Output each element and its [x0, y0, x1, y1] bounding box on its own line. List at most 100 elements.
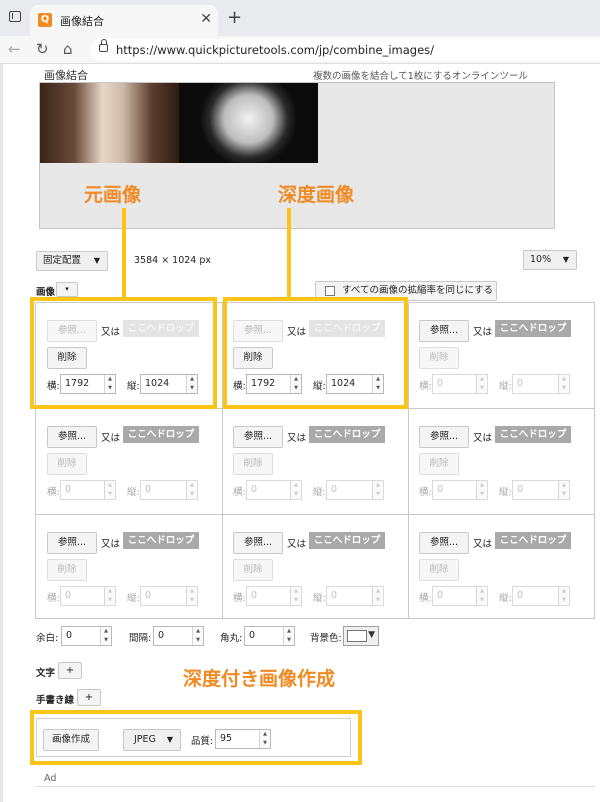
stepper-icon[interactable]: ▲ ▼: [372, 481, 383, 499]
stepper-icon[interactable]: ▲ ▼: [476, 375, 487, 393]
margin-input[interactable]: 0 ▲ ▼: [61, 626, 112, 646]
images-label: 画像: [36, 287, 56, 298]
height-input[interactable]: 0 ▲ ▼: [326, 480, 384, 500]
height-input[interactable]: 0 ▲ ▼: [140, 480, 198, 500]
delete-button[interactable]: 削除: [419, 559, 459, 581]
height-label: 縦:: [127, 593, 140, 604]
depth-image-highlight: [223, 297, 408, 409]
width-label: 横:: [419, 381, 432, 392]
height-value: 0: [145, 484, 152, 495]
browse-button[interactable]: 参照...: [233, 426, 283, 448]
handwriting-label: 手書き線: [36, 695, 75, 706]
corner-value: 0: [249, 630, 256, 641]
background-color-label: 背景色:: [310, 633, 342, 644]
stepper-icon[interactable]: ▲ ▼: [290, 481, 301, 499]
background-color-picker[interactable]: ▼: [343, 626, 379, 646]
browse-button[interactable]: 参照...: [47, 532, 97, 554]
annotation-create-with-depth: 深度付き画像作成: [183, 668, 336, 690]
images-menu-button[interactable]: ▾: [56, 282, 78, 297]
width-input[interactable]: 0 ▲ ▼: [246, 586, 302, 606]
stepper-icon[interactable]: ▲ ▼: [372, 587, 383, 605]
delete-button[interactable]: 削除: [47, 559, 87, 581]
annotation-source-image: 元画像: [84, 184, 142, 206]
window-menu-icon[interactable]: [9, 11, 21, 22]
width-label: 横:: [233, 593, 246, 604]
browse-button[interactable]: 参照...: [233, 532, 283, 554]
stepper-icon[interactable]: ▲ ▼: [100, 627, 111, 645]
address-bar: ← ↻ ⌂ https://www.quickpicturetools.com/…: [0, 36, 600, 64]
url-text: https://www.quickpicturetools.com/jp/com…: [116, 43, 435, 57]
stepper-icon[interactable]: ▲ ▼: [186, 481, 197, 499]
browser-tab[interactable]: Q 画像結合 ✕: [30, 5, 218, 36]
browse-button[interactable]: 参照...: [419, 320, 469, 342]
width-label: 横:: [47, 593, 60, 604]
stepper-icon[interactable]: ▲ ▼: [558, 375, 569, 393]
stepper-icon[interactable]: ▲ ▼: [290, 587, 301, 605]
height-input[interactable]: 0 ▲ ▼: [326, 586, 384, 606]
stepper-icon[interactable]: ▲ ▼: [104, 481, 115, 499]
corner-input[interactable]: 0 ▲ ▼: [244, 626, 295, 646]
drop-zone[interactable]: ここへドロップ: [309, 426, 385, 443]
url-field[interactable]: https://www.quickpicturetools.com/jp/com…: [90, 39, 600, 61]
layout-dropdown[interactable]: 固定配置 ▼: [36, 251, 108, 271]
drop-zone[interactable]: ここへドロップ: [495, 532, 571, 549]
stepper-icon[interactable]: ▲ ▼: [476, 587, 487, 605]
lock-icon[interactable]: [99, 39, 108, 52]
stepper-icon[interactable]: ▲ ▼: [558, 587, 569, 605]
height-input[interactable]: 0 ▲ ▼: [512, 586, 570, 606]
stepper-icon[interactable]: ▲ ▼: [476, 481, 487, 499]
add-handwriting-button[interactable]: +: [77, 689, 101, 706]
drop-zone[interactable]: ここへドロップ: [495, 426, 571, 443]
or-label: 又は: [287, 433, 307, 444]
height-input[interactable]: 0 ▲ ▼: [512, 480, 570, 500]
drop-zone[interactable]: ここへドロップ: [495, 320, 571, 337]
stepper-icon[interactable]: ▲ ▼: [104, 587, 115, 605]
tab-title: 画像結合: [60, 15, 104, 28]
height-value: 0: [331, 590, 338, 601]
stepper-icon[interactable]: ▲ ▼: [283, 627, 294, 645]
delete-button[interactable]: 削除: [47, 453, 87, 475]
stepper-icon[interactable]: ▲ ▼: [192, 627, 203, 645]
width-input[interactable]: 0 ▲ ▼: [60, 586, 116, 606]
delete-button[interactable]: 削除: [419, 347, 459, 369]
or-label: 又は: [287, 539, 307, 550]
width-input[interactable]: 0 ▲ ▼: [60, 480, 116, 500]
delete-button[interactable]: 削除: [419, 453, 459, 475]
new-tab-icon[interactable]: +: [227, 7, 242, 28]
tab-bar: Q 画像結合 ✕ +: [0, 0, 600, 36]
zoom-dropdown-value: 10%: [530, 254, 552, 265]
corner-label: 角丸:: [220, 633, 243, 644]
browse-button[interactable]: 参照...: [419, 426, 469, 448]
width-value: 0: [437, 484, 444, 495]
text-label: 文字: [36, 668, 56, 679]
stepper-icon[interactable]: ▲ ▼: [186, 587, 197, 605]
spacing-input[interactable]: 0 ▲ ▼: [153, 626, 204, 646]
width-input[interactable]: 0 ▲ ▼: [432, 480, 488, 500]
reload-icon[interactable]: ↻: [36, 40, 49, 58]
create-highlight: [30, 710, 362, 765]
caret-down-icon: ▼: [368, 630, 375, 640]
drop-zone[interactable]: ここへドロップ: [123, 426, 199, 443]
home-icon[interactable]: ⌂: [63, 40, 73, 58]
zoom-dropdown[interactable]: 10% ▼: [523, 250, 577, 270]
height-input[interactable]: 0 ▲ ▼: [140, 586, 198, 606]
drop-zone[interactable]: ここへドロップ: [123, 532, 199, 549]
same-scale-checkbox[interactable]: [325, 286, 335, 296]
height-input[interactable]: 0 ▲ ▼: [512, 374, 570, 394]
drop-zone[interactable]: ここへドロップ: [309, 532, 385, 549]
back-icon[interactable]: ←: [8, 40, 21, 58]
height-label: 縦:: [127, 487, 140, 498]
width-value: 0: [437, 378, 444, 389]
close-tab-icon[interactable]: ✕: [200, 11, 212, 27]
chevron-down-icon: ▼: [93, 256, 100, 265]
browse-button[interactable]: 参照...: [419, 532, 469, 554]
width-input[interactable]: 0 ▲ ▼: [432, 586, 488, 606]
favicon-icon: Q: [38, 13, 52, 27]
width-input[interactable]: 0 ▲ ▼: [432, 374, 488, 394]
add-text-button[interactable]: +: [58, 662, 82, 679]
width-input[interactable]: 0 ▲ ▼: [246, 480, 302, 500]
browse-button[interactable]: 参照...: [47, 426, 97, 448]
delete-button[interactable]: 削除: [233, 453, 273, 475]
delete-button[interactable]: 削除: [233, 559, 273, 581]
stepper-icon[interactable]: ▲ ▼: [558, 481, 569, 499]
